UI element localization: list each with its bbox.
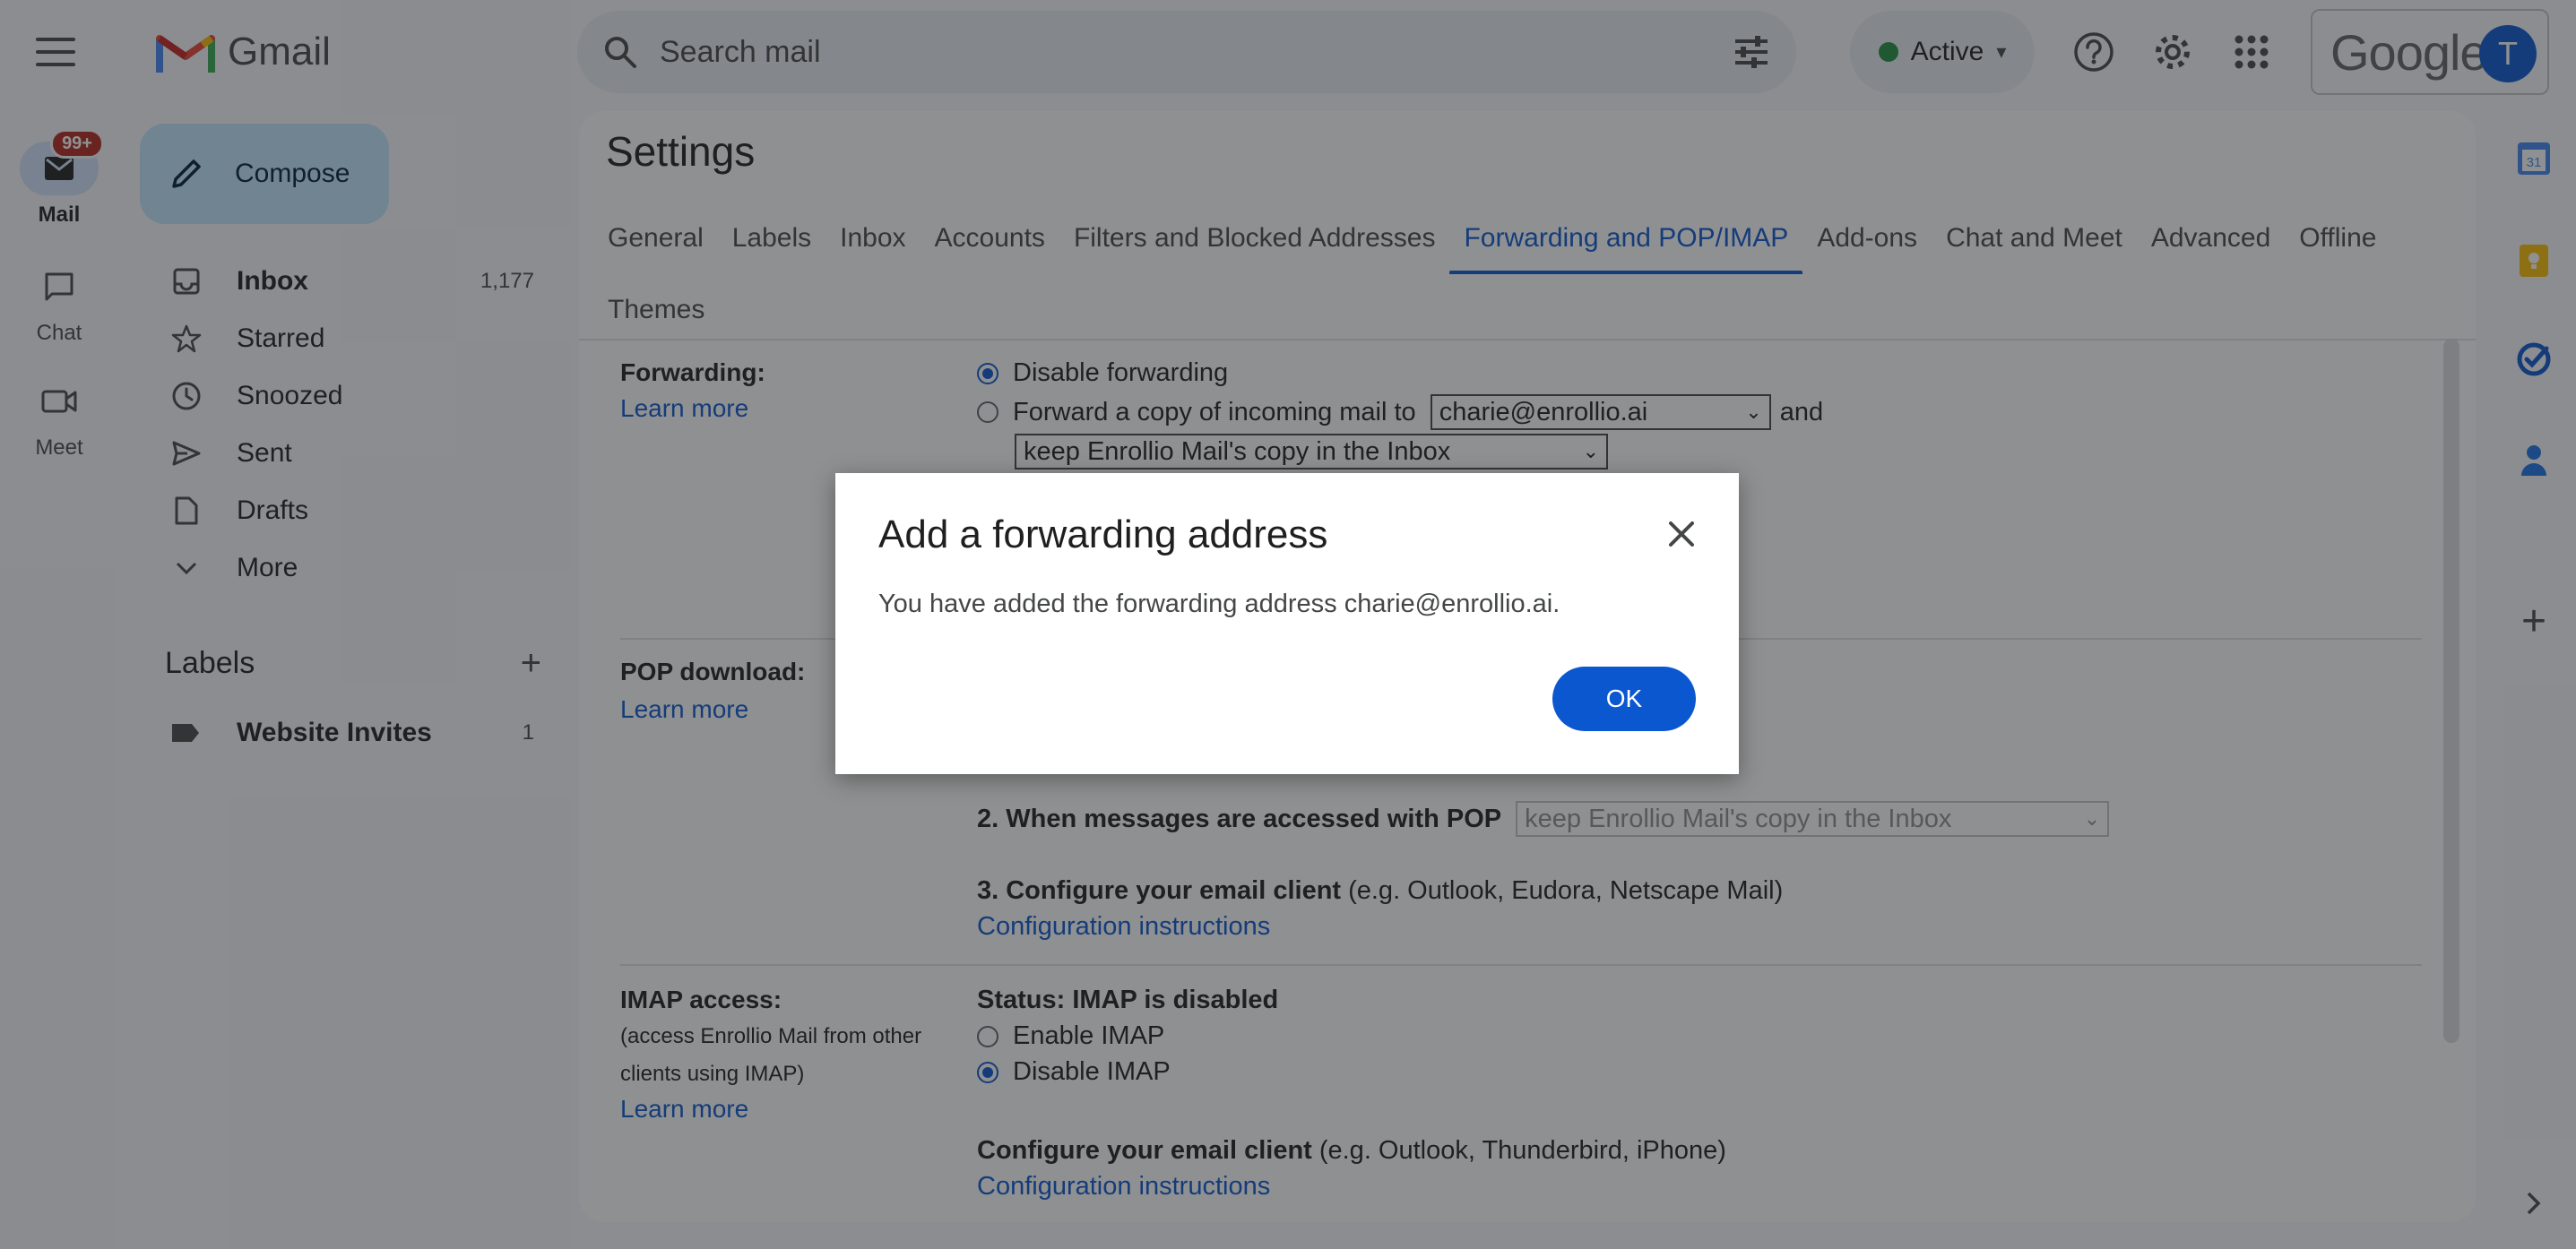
ok-button[interactable]: OK (1552, 667, 1696, 731)
dialog-message: You have added the forwarding address ch… (878, 590, 1560, 618)
close-icon[interactable] (1664, 516, 1699, 552)
forwarding-address-dialog: Add a forwarding address You have added … (835, 473, 1739, 774)
dialog-title: Add a forwarding address (878, 513, 1328, 556)
